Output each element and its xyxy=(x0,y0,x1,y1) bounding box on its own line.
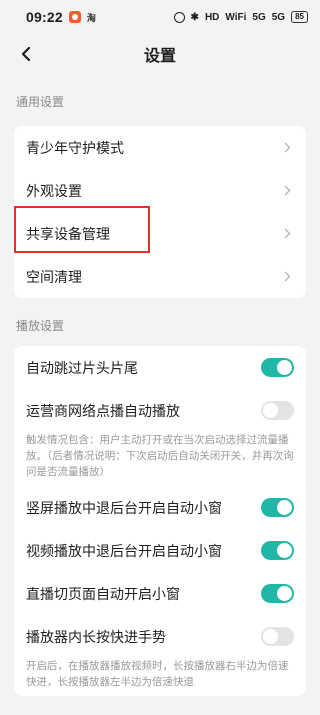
setting-description: 开启后，在播放器播放视频时，长按播放器右半边为倍速快进，长按播放器左半边为倍速快… xyxy=(26,660,289,688)
setting-shared-devices[interactable]: 共享设备管理 xyxy=(14,212,306,255)
section-header-general: 通用设置 xyxy=(16,95,65,109)
setting-label: 青少年守护模式 xyxy=(26,140,124,157)
toggle-switch[interactable] xyxy=(261,627,294,646)
page-title: 设置 xyxy=(143,48,176,65)
chevron-right-icon xyxy=(284,185,294,196)
battery-icon: 85 xyxy=(291,11,308,23)
toggle-knob xyxy=(277,543,292,558)
setting-label: 播放器内长按快进手势 xyxy=(26,629,166,646)
setting-long-press-fast-forward: 播放器内长按快进手势 xyxy=(14,615,306,658)
setting-label: 自动跳过片头片尾 xyxy=(26,360,138,377)
taobao-icon: 淘 xyxy=(86,13,96,24)
toggle-switch[interactable] xyxy=(261,401,294,420)
signal-icon-2: 5G xyxy=(271,11,286,23)
setting-label: 外观设置 xyxy=(26,183,82,200)
toggle-switch[interactable] xyxy=(261,358,294,377)
setting-label: 竖屏播放中退后台开启自动小窗 xyxy=(26,500,222,517)
setting-label: 空间清理 xyxy=(26,269,82,286)
back-button[interactable] xyxy=(12,40,40,68)
general-settings-card: 青少年守护模式 外观设置 共享设备管理 空间清理 xyxy=(14,126,306,298)
playback-settings-card: 自动跳过片头片尾 运营商网络点播自动播放 触发情况包含：用户主动打开或在当次启动… xyxy=(14,346,306,696)
setting-live-mini-window: 直播切页面自动开启小窗 xyxy=(14,572,306,615)
status-time: 09:22 xyxy=(26,9,63,25)
title-bar: 设置 xyxy=(0,34,320,74)
bluetooth-icon: ✱ xyxy=(190,11,199,23)
wifi-icon: WiFi xyxy=(225,11,247,23)
setting-label: 直播切页面自动开启小窗 xyxy=(26,586,180,603)
status-icons: ✱ HD WiFi 5G 5G 85 xyxy=(173,11,308,23)
toggle-knob xyxy=(277,360,292,375)
chevron-right-icon xyxy=(284,228,294,239)
setting-label: 运营商网络点播自动播放 xyxy=(26,403,180,420)
setting-appearance[interactable]: 外观设置 xyxy=(14,169,306,212)
setting-skip-intro: 自动跳过片头片尾 xyxy=(14,346,306,389)
setting-teen-mode[interactable]: 青少年守护模式 xyxy=(14,126,306,169)
setting-label: 共享设备管理 xyxy=(26,226,110,243)
chevron-right-icon xyxy=(284,142,294,153)
alarm-icon xyxy=(173,11,185,23)
toggle-switch[interactable] xyxy=(261,584,294,603)
setting-video-mini-window: 视频播放中退后台开启自动小窗 xyxy=(14,529,306,572)
setting-label: 视频播放中退后台开启自动小窗 xyxy=(26,543,222,560)
toggle-knob xyxy=(263,629,278,644)
toggle-switch[interactable] xyxy=(261,541,294,560)
toggle-knob xyxy=(263,403,278,418)
setting-carrier-autoplay: 运营商网络点播自动播放 xyxy=(14,389,306,432)
setting-description: 触发情况包含：用户主动打开或在当次启动选择过流量播放。（后者情况说明：下次启动后… xyxy=(26,434,294,478)
toggle-knob xyxy=(277,586,292,601)
status-bar: 09:22 淘 ✱ HD WiFi 5G 5G 85 xyxy=(0,0,320,34)
chevron-right-icon xyxy=(284,271,294,282)
hd-icon: HD xyxy=(204,11,220,23)
back-arrow-icon xyxy=(21,46,31,62)
setting-portrait-mini-window: 竖屏播放中退后台开启自动小窗 xyxy=(14,486,306,529)
setting-storage-cleanup[interactable]: 空间清理 xyxy=(14,255,306,298)
section-header-playback: 播放设置 xyxy=(16,319,65,333)
toggle-knob xyxy=(277,500,292,515)
notification-icon xyxy=(68,11,81,23)
signal-icon: 5G xyxy=(252,11,266,23)
toggle-switch[interactable] xyxy=(261,498,294,517)
